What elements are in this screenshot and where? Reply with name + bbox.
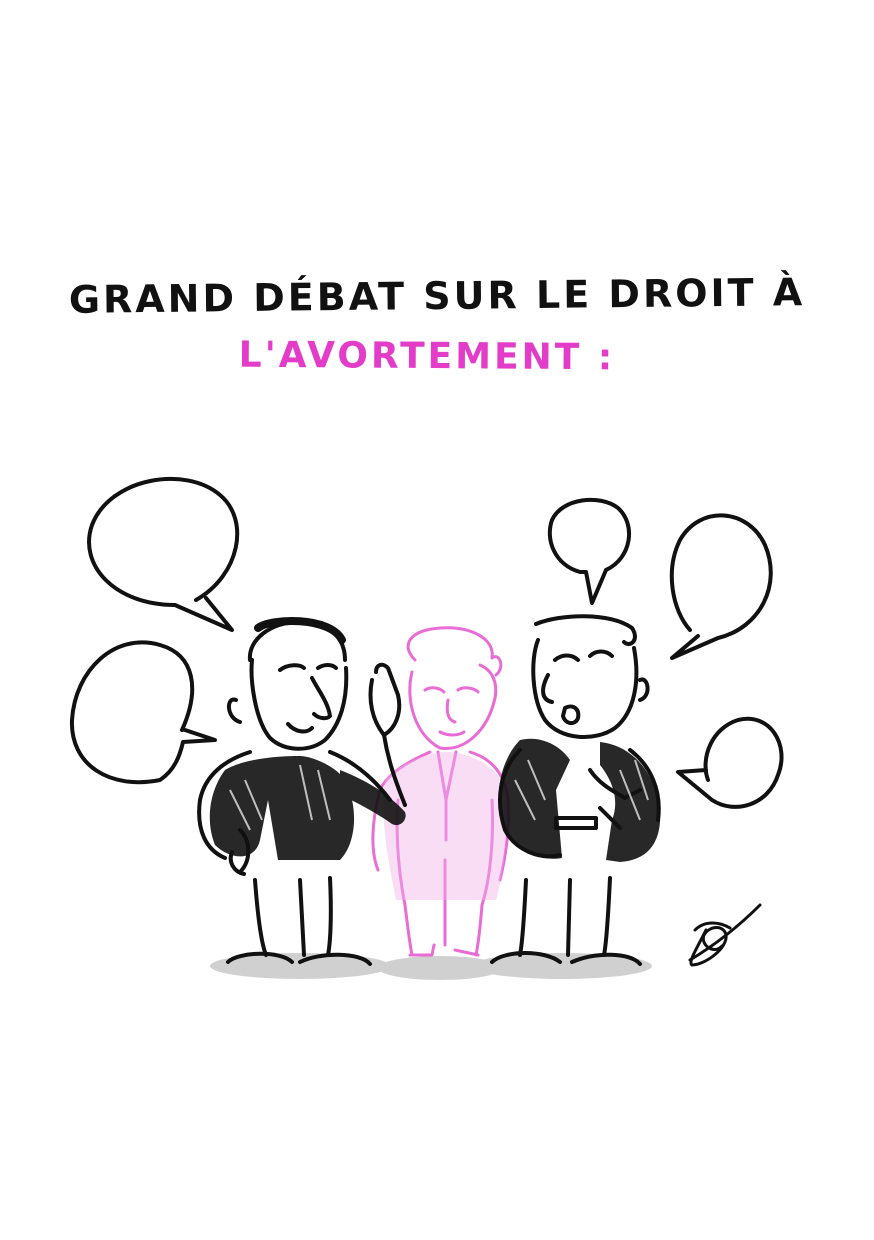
speech-bubble-icon <box>676 716 784 809</box>
signature-icon <box>688 903 762 967</box>
speech-bubble-icon <box>547 497 632 605</box>
speech-bubble-icon <box>69 640 217 785</box>
cartoon-page: GRAND DÉBAT SUR LE DROIT À L'AVORTEMENT … <box>0 0 874 1240</box>
speech-bubble-icon <box>669 513 773 660</box>
illustration <box>69 476 784 980</box>
speech-bubble-icon <box>87 476 240 632</box>
